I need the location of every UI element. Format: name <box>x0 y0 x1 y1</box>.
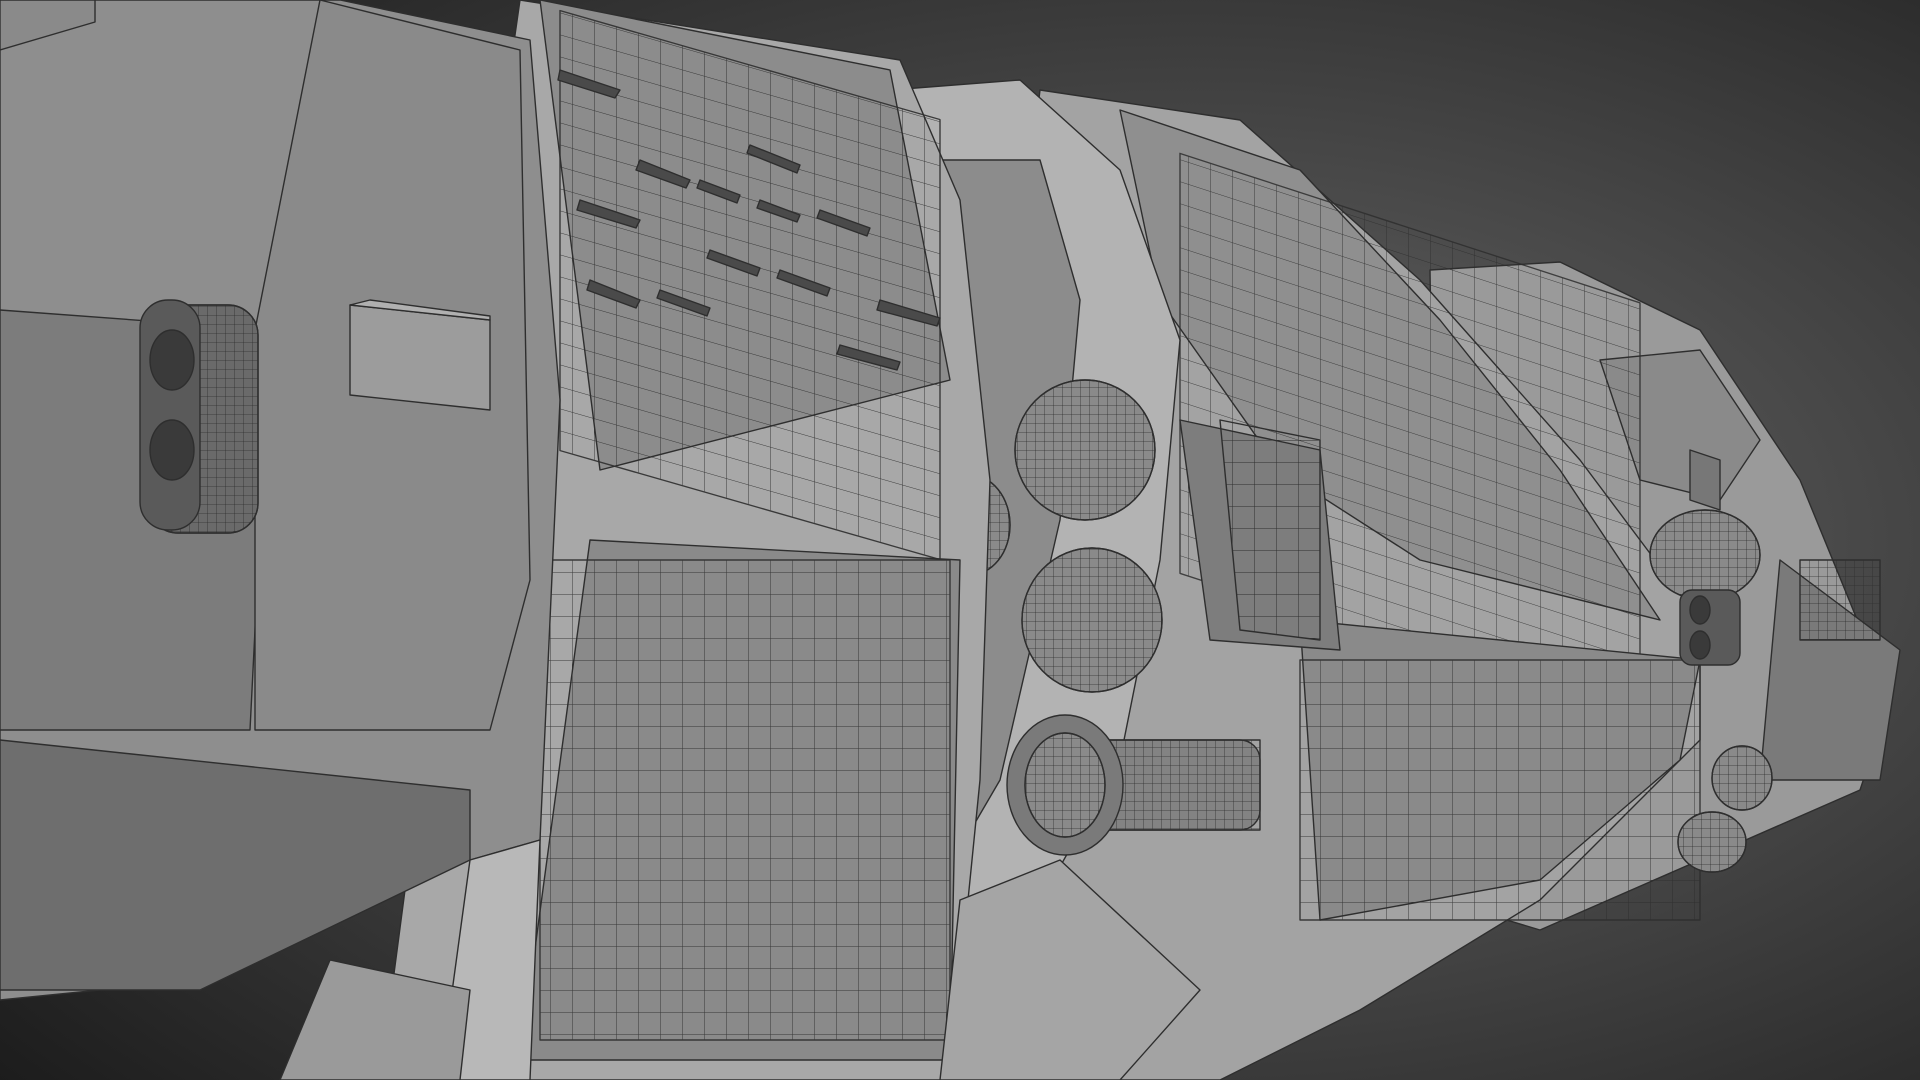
3d-viewport[interactable] <box>0 0 1920 1080</box>
wireframe-render <box>0 0 1920 1080</box>
side-engine-pod <box>139 299 259 534</box>
